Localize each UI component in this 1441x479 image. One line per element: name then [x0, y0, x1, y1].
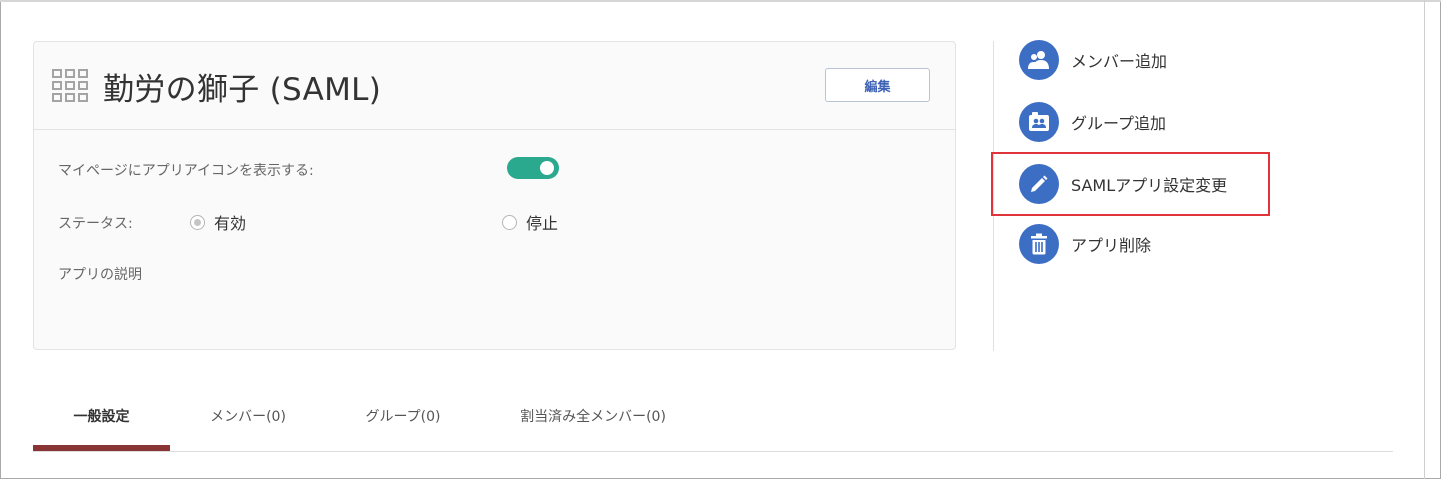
status-radio-stopped[interactable]: 停止 [502, 210, 558, 234]
status-label: ステータス: [58, 216, 133, 232]
tab-groups[interactable]: グループ(0) [348, 396, 458, 436]
tab-bar: 一般設定 メンバー(0) グループ(0) 割当済み全メンバー(0) [33, 396, 1393, 453]
tab-general[interactable]: 一般設定 [33, 396, 170, 436]
trash-icon [1019, 224, 1059, 264]
add-group-label: グループ追加 [1071, 114, 1167, 133]
tab-assigned-members[interactable]: 割当済み全メンバー(0) [493, 396, 693, 436]
tab-baseline [33, 451, 1393, 452]
status-option-stopped-label: 停止 [526, 214, 559, 233]
app-detail-card: 勤労の獅子 (SAML) 編集 マイページにアプリアイコンを表示する: ステータ… [33, 41, 956, 350]
edit-button[interactable]: 編集 [825, 68, 930, 102]
app-title: 勤労の獅子 (SAML) [103, 72, 382, 108]
add-member-icon [1019, 40, 1059, 80]
add-group-action[interactable]: グループ追加 [1019, 102, 1166, 142]
window-top-edge [0, 0, 1441, 2]
mypage-icon-toggle[interactable] [507, 157, 559, 179]
radio-checked-icon [190, 214, 205, 230]
toggle-knob [540, 161, 554, 175]
mypage-icon-label: マイページにアプリアイコンを表示する: [58, 163, 314, 179]
add-member-label: メンバー追加 [1071, 52, 1168, 71]
status-radio-enabled[interactable]: 有効 [190, 210, 246, 234]
tab-members[interactable]: メンバー(0) [193, 396, 303, 436]
add-member-action[interactable]: メンバー追加 [1019, 40, 1167, 80]
app-grid-icon [52, 69, 88, 103]
window-right-edge [1424, 0, 1425, 479]
app-card-header: 勤労の獅子 (SAML) 編集 [34, 42, 955, 130]
description-label: アプリの説明 [58, 267, 142, 283]
status-option-enabled-label: 有効 [214, 214, 247, 233]
delete-app-label: アプリ削除 [1071, 236, 1152, 255]
radio-unchecked-icon [502, 214, 517, 230]
add-group-icon [1019, 102, 1059, 142]
delete-app-action[interactable]: アプリ削除 [1019, 224, 1151, 264]
highlight-box [991, 152, 1270, 216]
